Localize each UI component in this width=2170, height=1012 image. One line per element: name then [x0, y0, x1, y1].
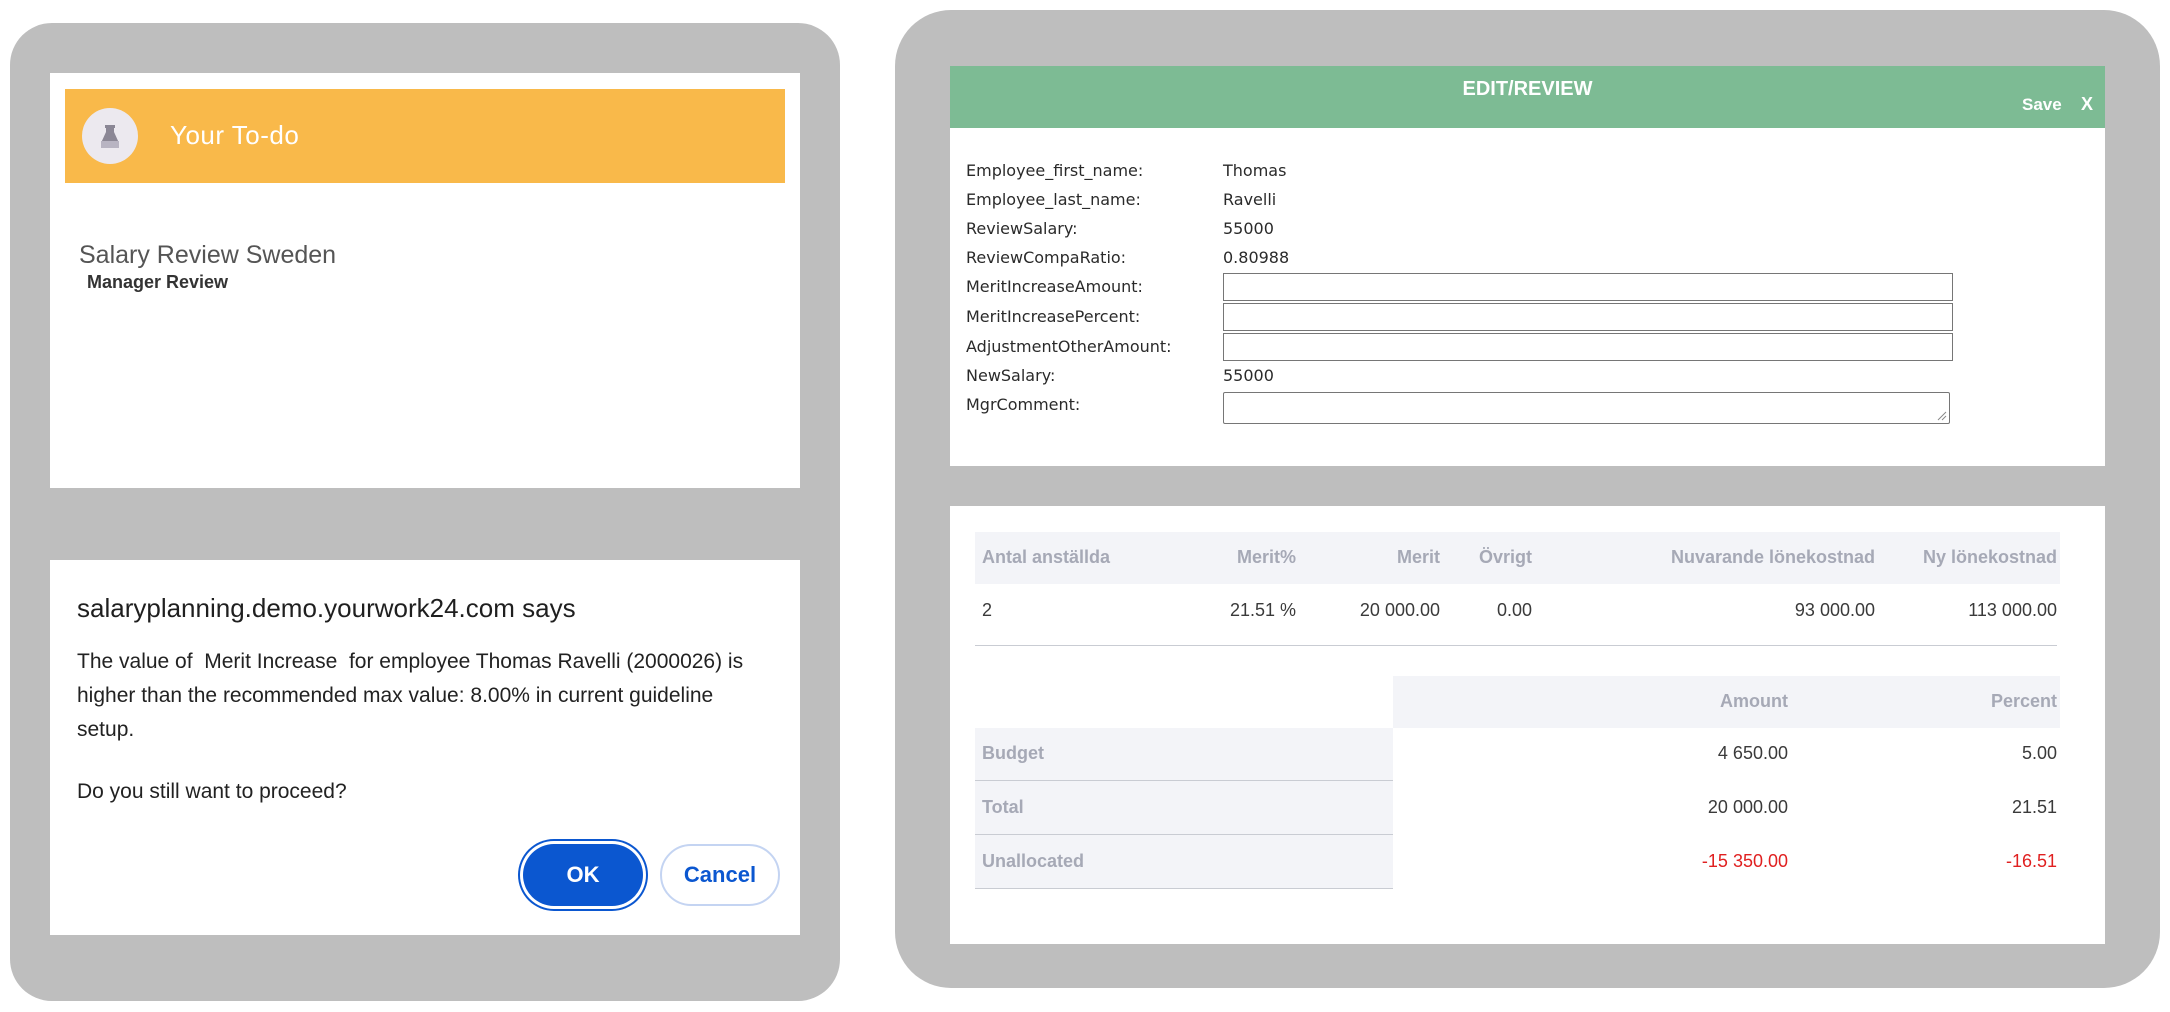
- col-header-percent: Percent: [1990, 691, 2057, 711]
- merit-percent-label: MeritIncreasePercent:: [966, 307, 1141, 326]
- dialog-message-line: higher than the recommended max value: 8…: [77, 684, 714, 707]
- review-salary-label: ReviewSalary:: [966, 219, 1078, 238]
- todo-item-title[interactable]: Salary Review Sweden: [79, 241, 336, 270]
- cell-current-cost: 93 000.00: [1794, 600, 1875, 620]
- col-header-employees: Antal anställda: [982, 547, 1111, 567]
- divider: [975, 888, 1393, 889]
- adjustment-other-input[interactable]: [1223, 333, 1953, 361]
- col-header-other: Övrigt: [1478, 547, 1532, 567]
- col-header-merit-percent: Merit%: [1236, 547, 1296, 567]
- review-salary-value: 55000: [1223, 219, 1274, 238]
- first-name-label: Employee_first_name:: [966, 161, 1144, 180]
- ok-button[interactable]: OK: [523, 844, 643, 906]
- col-header-merit: Merit: [1396, 547, 1440, 567]
- todo-item-subtitle: Manager Review: [87, 272, 229, 292]
- edit-title: EDIT/REVIEW: [1462, 78, 1593, 100]
- dialog-title: salaryplanning.demo.yourwork24.com says: [77, 593, 576, 623]
- compa-ratio-value: 0.80988: [1223, 248, 1290, 267]
- todo-title: Your To-do: [170, 120, 300, 150]
- summary-card: Antal anställda Merit% Merit Övrigt Nuva…: [950, 506, 2105, 944]
- col-header-amount: Amount: [1720, 691, 1788, 711]
- mgr-comment-label: MgrComment:: [966, 395, 1081, 414]
- cell-new-cost: 113 000.00: [1968, 600, 2057, 620]
- todo-card: Your To-do Salary Review Sweden Manager …: [50, 73, 800, 488]
- compa-ratio-label: ReviewCompaRatio:: [966, 248, 1127, 267]
- todo-avatar: [82, 108, 138, 164]
- budget-row-label: Budget: [982, 743, 1044, 763]
- dialog-message-line: setup.: [77, 718, 135, 741]
- dialog-message-line: The value of Merit Increase for employee…: [77, 650, 744, 673]
- budget-amount: 4 650.00: [1717, 743, 1788, 763]
- col-header-new-cost: Ny lönekostnad: [1922, 547, 2057, 567]
- col-header-current-cost: Nuvarande lönekostnad: [1670, 547, 1875, 567]
- last-name-label: Employee_last_name:: [966, 190, 1141, 209]
- new-salary-label: NewSalary:: [966, 366, 1056, 385]
- total-row-label-bg: [975, 781, 1393, 834]
- divider: [975, 645, 2057, 646]
- first-name-value: Thomas: [1223, 161, 1287, 180]
- edit-review-card: EDIT/REVIEW Save X Employee_first_name: …: [950, 66, 2105, 466]
- total-percent: 21.51: [2011, 797, 2057, 817]
- new-salary-value: 55000: [1223, 366, 1274, 385]
- cancel-button[interactable]: Cancel: [660, 844, 780, 906]
- total-row-label: Total: [982, 797, 1024, 817]
- close-button[interactable]: X: [2081, 94, 2093, 115]
- unallocated-row-label: Unallocated: [982, 851, 1085, 871]
- resize-handle-icon[interactable]: [1937, 411, 1947, 421]
- unallocated-percent: -16.51: [2005, 851, 2057, 871]
- unallocated-amount: -15 350.00: [1701, 851, 1788, 871]
- adjustment-other-label: AdjustmentOtherAmount:: [966, 337, 1172, 356]
- confirm-dialog: salaryplanning.demo.yourwork24.com says …: [50, 560, 800, 935]
- cell-other: 0.00: [1496, 600, 1532, 620]
- dialog-message: The value of Merit Increase for employee…: [77, 645, 787, 747]
- mgr-comment-textarea[interactable]: [1223, 392, 1950, 424]
- dialog-question: Do you still want to proceed?: [77, 780, 347, 803]
- merit-percent-input[interactable]: [1223, 303, 1953, 331]
- cell-merit: 20 000.00: [1359, 600, 1440, 620]
- merit-amount-label: MeritIncreaseAmount:: [966, 277, 1143, 296]
- last-name-value: Ravelli: [1223, 190, 1277, 209]
- todo-header: Your To-do: [65, 89, 785, 183]
- save-button[interactable]: Save: [2022, 95, 2062, 115]
- edit-header: EDIT/REVIEW Save X: [950, 66, 2105, 128]
- budget-percent: 5.00: [2021, 743, 2057, 763]
- merit-amount-input[interactable]: [1223, 273, 1953, 301]
- bag-icon: [101, 125, 119, 148]
- cell-merit-percent: 21.51 %: [1229, 600, 1296, 620]
- total-amount: 20 000.00: [1707, 797, 1788, 817]
- cell-employees: 2: [982, 600, 993, 620]
